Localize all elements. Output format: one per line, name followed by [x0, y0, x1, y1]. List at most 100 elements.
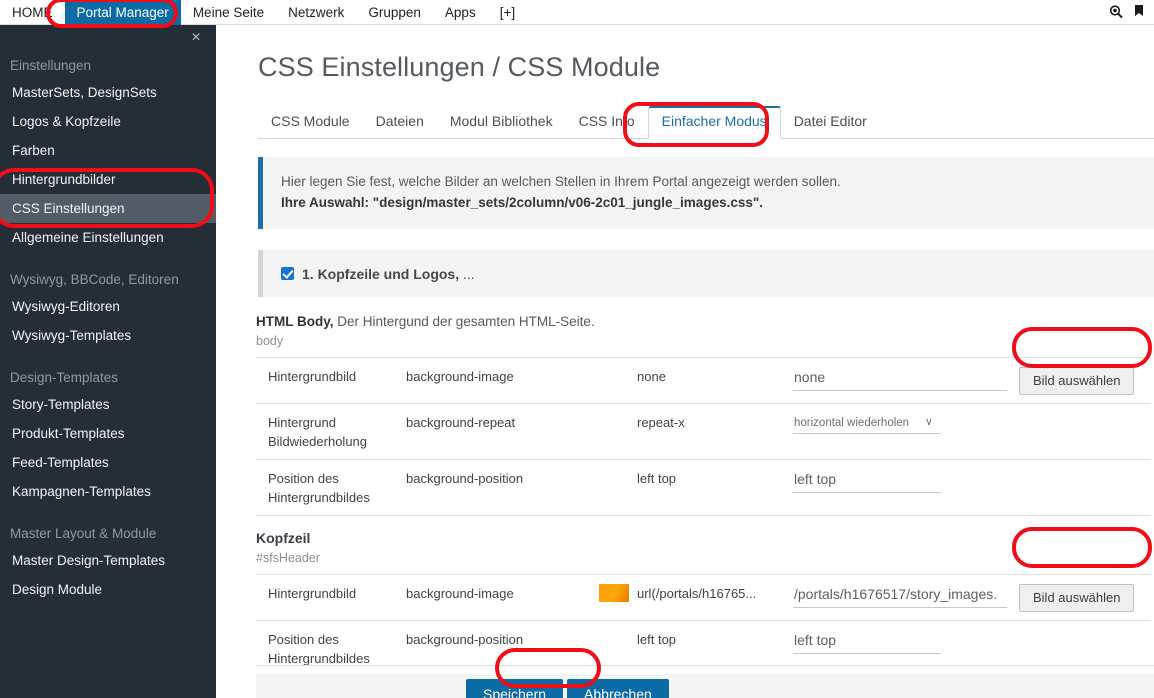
sidebar-item-master-design-templates[interactable]: Master Design-Templates	[0, 546, 216, 575]
sidebar-item-produkt-templates[interactable]: Produkt-Templates	[0, 419, 216, 448]
sidebar-section-header: Master Layout & Module	[10, 526, 157, 541]
current-value: none	[637, 369, 666, 384]
sidebar-section-header: Design-Templates	[10, 370, 119, 385]
sidebar-item-css-einstellungen[interactable]: CSS Einstellungen	[0, 194, 216, 223]
section-title-bold: HTML Body,	[256, 314, 334, 329]
nav-item-meine-seite[interactable]: Meine Seite	[181, 0, 276, 25]
property-table: Hintergrundbild background-image none Bild …	[256, 357, 1151, 516]
value-input[interactable]	[793, 469, 941, 493]
background-repeat-select[interactable]: horizontal wiederholen	[793, 415, 941, 434]
tab-datei-editor[interactable]: Datei Editor	[781, 107, 880, 138]
value-field-cell	[793, 630, 1011, 654]
css-property-name: background-image	[406, 586, 514, 601]
css-property-name: background-image	[406, 369, 514, 384]
css-property-name: background-position	[406, 471, 524, 486]
sidebar: × Einstellungen MasterSets, DesignSets Log…	[0, 25, 216, 698]
group-header-label-bold: 1. Kopfzeile und Logos,	[302, 265, 460, 282]
sidebar-item-feed-templates[interactable]: Feed-Templates	[0, 448, 216, 477]
action-button-cell: Bild auswählen	[1011, 584, 1151, 612]
value-field-cell: horizontal wiederholen ∨	[793, 413, 1011, 434]
main-content: CSS Einstellungen / CSS Module CSS Modul…	[216, 25, 1154, 698]
sidebar-item-story-templates[interactable]: Story-Templates	[0, 390, 216, 419]
save-button[interactable]: Speichern	[466, 679, 564, 698]
cancel-button[interactable]: Abbrechen	[567, 679, 669, 698]
group-header-kopfzeile-und-logos[interactable]: 1. Kopfzeile und Logos, ...	[258, 250, 1154, 297]
property-label: Hintergrundbild	[268, 586, 357, 601]
bild-auswaehlen-button[interactable]: Bild auswählen	[1019, 584, 1135, 612]
group-header-label-thin: ...	[459, 265, 475, 282]
tab-modul-bibliothek[interactable]: Modul Bibliothek	[437, 107, 566, 138]
value-field-cell	[793, 469, 1011, 493]
table-row: Hintergrundbild background-image none Bild …	[256, 358, 1151, 404]
value-input[interactable]	[793, 584, 1007, 608]
sidebar-item-kampagnen-templates[interactable]: Kampagnen-Templates	[0, 477, 216, 506]
nav-item-netzwerk[interactable]: Netzwerk	[276, 0, 356, 25]
footer-bar	[256, 674, 1154, 698]
nav-item-[interactable]: [+]	[488, 0, 527, 25]
sidebar-item-wysiwyg-templates[interactable]: Wysiwyg-Templates	[0, 321, 216, 350]
group-header-label: 1. Kopfzeile und Logos, ...	[302, 266, 475, 282]
table-row: Hintergrundbild background-image url(/port…	[256, 575, 1151, 621]
value-input[interactable]	[793, 367, 1007, 391]
sidebar-item-allgemeine-einstellungen[interactable]: Allgemeine Einstellungen	[0, 223, 216, 252]
info-banner-line2: Ihre Auswahl: "design/master_sets/2colum…	[281, 192, 1154, 213]
sidebar-item-farben[interactable]: Farben	[0, 136, 216, 165]
section-title: Kopfzeil	[256, 530, 1154, 547]
info-banner: Hier legen Sie fest, welche Bilder an we…	[258, 157, 1154, 229]
current-value: url(/portals/h16765...	[637, 586, 757, 601]
css-property-name: background-position	[406, 632, 524, 647]
top-navigation-bar: HOME Portal Manager Meine Seite Netzwerk Gru…	[0, 0, 1154, 25]
current-value: repeat-x	[637, 415, 685, 430]
info-banner-line1: Hier legen Sie fest, welche Bilder an we…	[281, 174, 841, 189]
tab-bar: CSS Module Dateien Modul Bibliothek CSS Inf…	[258, 106, 1154, 139]
sidebar-item-logos-kopfzeile[interactable]: Logos & Kopfzeile	[0, 107, 216, 136]
nav-item-home[interactable]: HOME	[0, 0, 65, 25]
top-nav-right-icons	[1108, 4, 1154, 20]
nav-item-gruppen[interactable]: Gruppen	[356, 0, 433, 25]
css-property-name: background-repeat	[406, 415, 516, 430]
section-css-selector: #sfsHeader	[256, 551, 320, 565]
bild-auswaehlen-button[interactable]: Bild auswählen	[1019, 367, 1135, 395]
section-title: HTML Body, Der Hintergund der gesamten H…	[256, 313, 1154, 330]
sidebar-section-header: Wysiwyg, BBCode, Editoren	[10, 272, 179, 287]
table-row: Position des Hintergrundbildes background…	[256, 460, 1151, 516]
tab-css-module[interactable]: CSS Module	[258, 107, 363, 138]
search-icon[interactable]	[1108, 4, 1124, 20]
sidebar-item-wysiwyg-editoren[interactable]: Wysiwyg-Editoren	[0, 292, 216, 321]
footer-divider	[256, 665, 1154, 666]
swatch-cell	[599, 584, 637, 602]
table-row: Position des Hintergrundbildes background…	[256, 621, 1151, 677]
current-value: left top	[637, 471, 677, 486]
bookmark-icon[interactable]	[1134, 4, 1150, 20]
top-nav-items: HOME Portal Manager Meine Seite Netzwerk Gru…	[0, 0, 527, 25]
sidebar-item-hintergrundbilder[interactable]: Hintergrundbilder	[0, 165, 216, 194]
action-button-cell: Bild auswählen	[1011, 367, 1151, 395]
value-input[interactable]	[793, 630, 941, 654]
property-label: Hintergrund Bildwiederholung	[268, 415, 368, 449]
section-title-bold: Kopfzeil	[256, 530, 311, 546]
tab-css-info[interactable]: CSS Info	[566, 107, 648, 138]
sidebar-nav-list: Einstellungen MasterSets, DesignSets Logos…	[0, 52, 216, 604]
tab-dateien[interactable]: Dateien	[363, 107, 437, 138]
current-value: left top	[637, 632, 677, 647]
sidebar-item-mastersets-designsets[interactable]: MasterSets, DesignSets	[0, 78, 216, 107]
property-sections: HTML Body, Der Hintergund der gesamten H…	[216, 313, 1154, 677]
property-label: Position des Hintergrundbildes	[268, 471, 370, 505]
table-row: Hintergrund Bildwiederholung background-r…	[256, 404, 1151, 460]
sidebar-section-header: Einstellungen	[10, 58, 92, 73]
section-css-selector: body	[256, 334, 284, 348]
sidebar-close-icon[interactable]: ×	[186, 28, 206, 48]
sidebar-item-design-module[interactable]: Design Module	[0, 575, 216, 604]
tab-einfacher-modus[interactable]: Einfacher Modus	[647, 106, 781, 139]
nav-item-apps[interactable]: Apps	[433, 0, 488, 25]
property-label: Position des Hintergrundbildes	[268, 632, 370, 666]
group-checkbox[interactable]	[281, 267, 294, 280]
info-banner-line2-tail: .	[759, 195, 764, 210]
section-title-rest: Der Hintergund der gesamten HTML-Seite.	[333, 314, 595, 329]
image-preview-swatch	[599, 584, 629, 602]
footer-buttons: Speichern Abbrechen	[466, 679, 669, 698]
info-banner-selection: Ihre Auswahl: "design/master_sets/2colum…	[281, 195, 760, 210]
page-title: CSS Einstellungen / CSS Module	[258, 52, 661, 82]
nav-item-portal-manager[interactable]: Portal Manager	[64, 0, 181, 25]
value-field-cell	[793, 584, 1011, 608]
